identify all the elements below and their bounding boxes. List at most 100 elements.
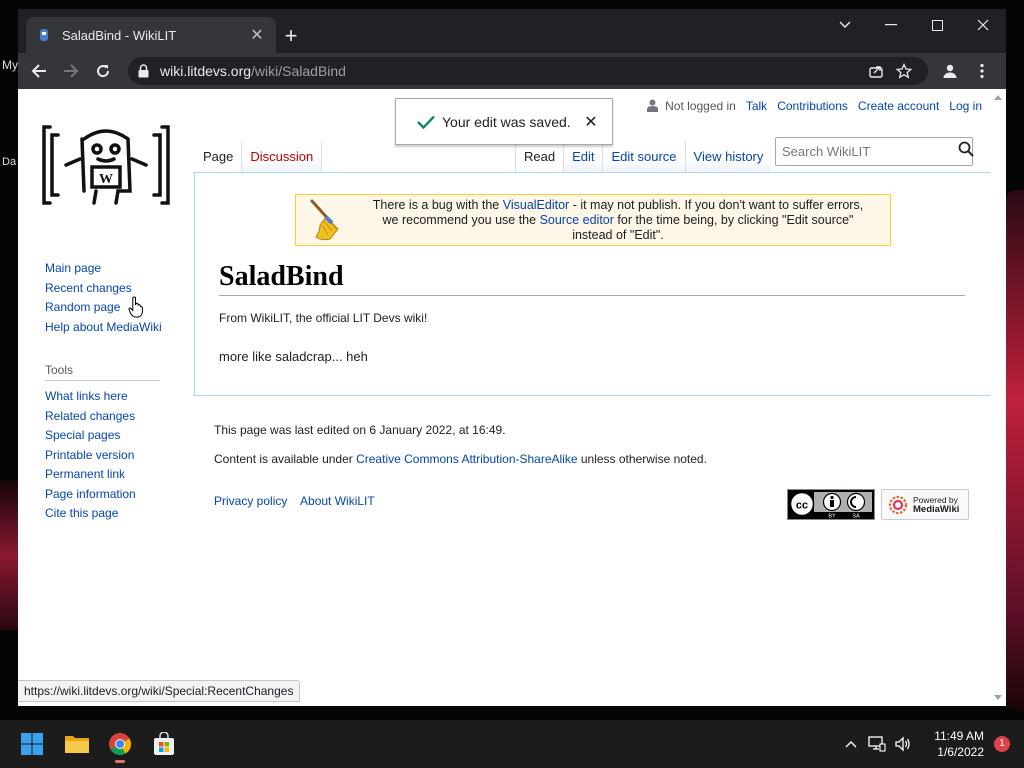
source-editor-link[interactable]: Source editor (540, 213, 614, 227)
tools-heading: Tools (45, 363, 160, 381)
visualeditor-link[interactable]: VisualEditor (503, 198, 569, 212)
create-account-link[interactable]: Create account (858, 99, 939, 113)
wiki-logo[interactable]: W (40, 125, 172, 207)
search-box (775, 137, 974, 166)
user-icon (647, 99, 659, 113)
url-host: wiki.litdevs.org (160, 63, 252, 79)
tab-search-icon[interactable] (822, 9, 868, 41)
tab-edit[interactable]: Edit (563, 141, 603, 172)
checkmark-icon (416, 114, 436, 130)
scroll-up-icon[interactable] (994, 95, 1002, 100)
notice-text-part: There is a bug with the (372, 197, 503, 212)
log-in-link[interactable]: Log in (949, 99, 982, 113)
forward-button[interactable] (56, 57, 86, 85)
chevron-up-icon[interactable] (838, 729, 864, 759)
contributions-link[interactable]: Contributions (777, 99, 848, 113)
reload-button[interactable] (88, 57, 118, 85)
sidebar-item-cite-this-page[interactable]: Cite this page (45, 506, 205, 526)
clock-date: 1/6/2022 (937, 745, 984, 759)
svg-text:BY: BY (828, 514, 836, 520)
volume-icon[interactable] (890, 729, 916, 759)
browser-tab[interactable]: SaladBind - WikiLIT ✕ (26, 17, 276, 53)
namespace-tabs: Page Discussion (195, 141, 323, 172)
browser-toolbar: wiki.litdevs.org/wiki/SaladBind (18, 53, 1006, 89)
share-icon[interactable] (862, 59, 890, 83)
profile-icon[interactable] (934, 57, 966, 85)
cc-by-sa-badge[interactable]: cc BY SA (787, 489, 875, 520)
menu-icon[interactable] (966, 57, 998, 85)
scrollbar[interactable] (990, 89, 1006, 706)
license-pre: Content is available under (214, 452, 357, 466)
hand-pointer-icon (128, 296, 144, 318)
tab-discussion[interactable]: Discussion (242, 141, 323, 172)
bookmark-star-icon[interactable] (890, 59, 918, 83)
network-icon[interactable] (864, 729, 890, 759)
store-icon[interactable] (148, 728, 180, 760)
start-button[interactable] (16, 728, 48, 760)
desktop-label: My (2, 58, 18, 72)
license-text: Content is available under Creative Comm… (214, 452, 707, 481)
sidebar-item-special-pages[interactable]: Special pages (45, 428, 205, 448)
personal-tools: Not logged in Talk Contributions Create … (647, 99, 982, 113)
license-link[interactable]: Creative Commons Attribution-ShareAlike (356, 452, 577, 466)
tab-page[interactable]: Page (195, 141, 243, 172)
license-post: unless otherwise noted. (577, 452, 707, 466)
sidebar-item-recent-changes[interactable]: Recent changes (45, 281, 205, 301)
svg-text:SA: SA (852, 514, 860, 520)
talk-link[interactable]: Talk (746, 99, 767, 113)
sidebar-item-page-information[interactable]: Page information (45, 487, 205, 507)
mediawiki-icon (888, 495, 908, 514)
scroll-down-icon[interactable] (994, 695, 1002, 700)
tab-close-icon[interactable]: ✕ (248, 25, 266, 45)
sidebar-item-help[interactable]: Help about MediaWiki (45, 320, 205, 340)
tab-read[interactable]: Read (515, 141, 564, 172)
tab-view-history[interactable]: View history (684, 141, 772, 172)
favicon-icon (36, 27, 52, 43)
notification-badge[interactable]: 1 (994, 736, 1010, 752)
wallpaper-accent (0, 480, 18, 630)
system-tray: 11:49 AM 1/6/2022 1 (838, 720, 1024, 768)
footer-places: Privacy policy About WikiLIT (214, 494, 385, 508)
sidebar-item-permanent-link[interactable]: Permanent link (45, 467, 205, 487)
close-icon[interactable]: ✕ (582, 112, 600, 132)
notice-text-part: for the time being, by clicking "Edit so… (572, 212, 854, 242)
file-explorer-icon[interactable] (61, 728, 93, 760)
toolbar-right (934, 57, 998, 85)
desktop-label: Da (2, 156, 17, 168)
mediawiki-badge-text: Powered by MediaWiki (913, 495, 959, 514)
article-body: more like saladcrap... heh (219, 349, 368, 364)
edit-saved-notification: Your edit was saved. ✕ (395, 98, 613, 145)
sidebar-item-related-changes[interactable]: Related changes (45, 409, 205, 429)
new-tab-button[interactable]: + (278, 23, 304, 49)
lock-icon[interactable] (138, 64, 150, 78)
clock-time: 11:49 AM (934, 729, 984, 743)
view-tabs: Read Edit Edit source View history (515, 141, 772, 172)
broom-icon (306, 197, 352, 243)
address-bar[interactable]: wiki.litdevs.org/wiki/SaladBind (128, 57, 928, 85)
link-status-bar: https://wiki.litdevs.org/wiki/Special:Re… (18, 680, 301, 702)
search-input[interactable] (782, 144, 958, 159)
powered-by-mediawiki-badge[interactable]: Powered by MediaWiki (881, 489, 969, 520)
not-logged-in-text: Not logged in (665, 99, 736, 113)
sidebar-item-what-links-here[interactable]: What links here (45, 389, 205, 409)
maximize-button[interactable] (914, 9, 960, 41)
about-link[interactable]: About WikiLIT (300, 494, 375, 508)
chrome-icon[interactable] (104, 728, 136, 763)
privacy-policy-link[interactable]: Privacy policy (214, 494, 287, 508)
search-icon[interactable] (958, 141, 974, 162)
tab-strip: SaladBind - WikiLIT ✕ + (18, 9, 1006, 53)
tab-title: SaladBind - WikiLIT (62, 27, 177, 43)
minimize-button[interactable] (868, 9, 914, 41)
back-button[interactable] (24, 57, 54, 85)
url-text: wiki.litdevs.org/wiki/SaladBind (160, 63, 862, 79)
clock[interactable]: 11:49 AM 1/6/2022 (934, 728, 984, 760)
toast-message: Your edit was saved. (442, 113, 571, 130)
sidebar-item-random-page[interactable]: Random page (45, 300, 205, 320)
browser-window: SaladBind - WikiLIT ✕ + wiki.litdevs.org… (18, 9, 1006, 706)
wallpaper-accent (1006, 190, 1024, 710)
sidebar-item-main-page[interactable]: Main page (45, 261, 205, 281)
page-title: SaladBind (219, 261, 965, 296)
tab-edit-source[interactable]: Edit source (602, 141, 685, 172)
close-window-button[interactable] (960, 9, 1006, 41)
sidebar-item-printable-version[interactable]: Printable version (45, 448, 205, 468)
